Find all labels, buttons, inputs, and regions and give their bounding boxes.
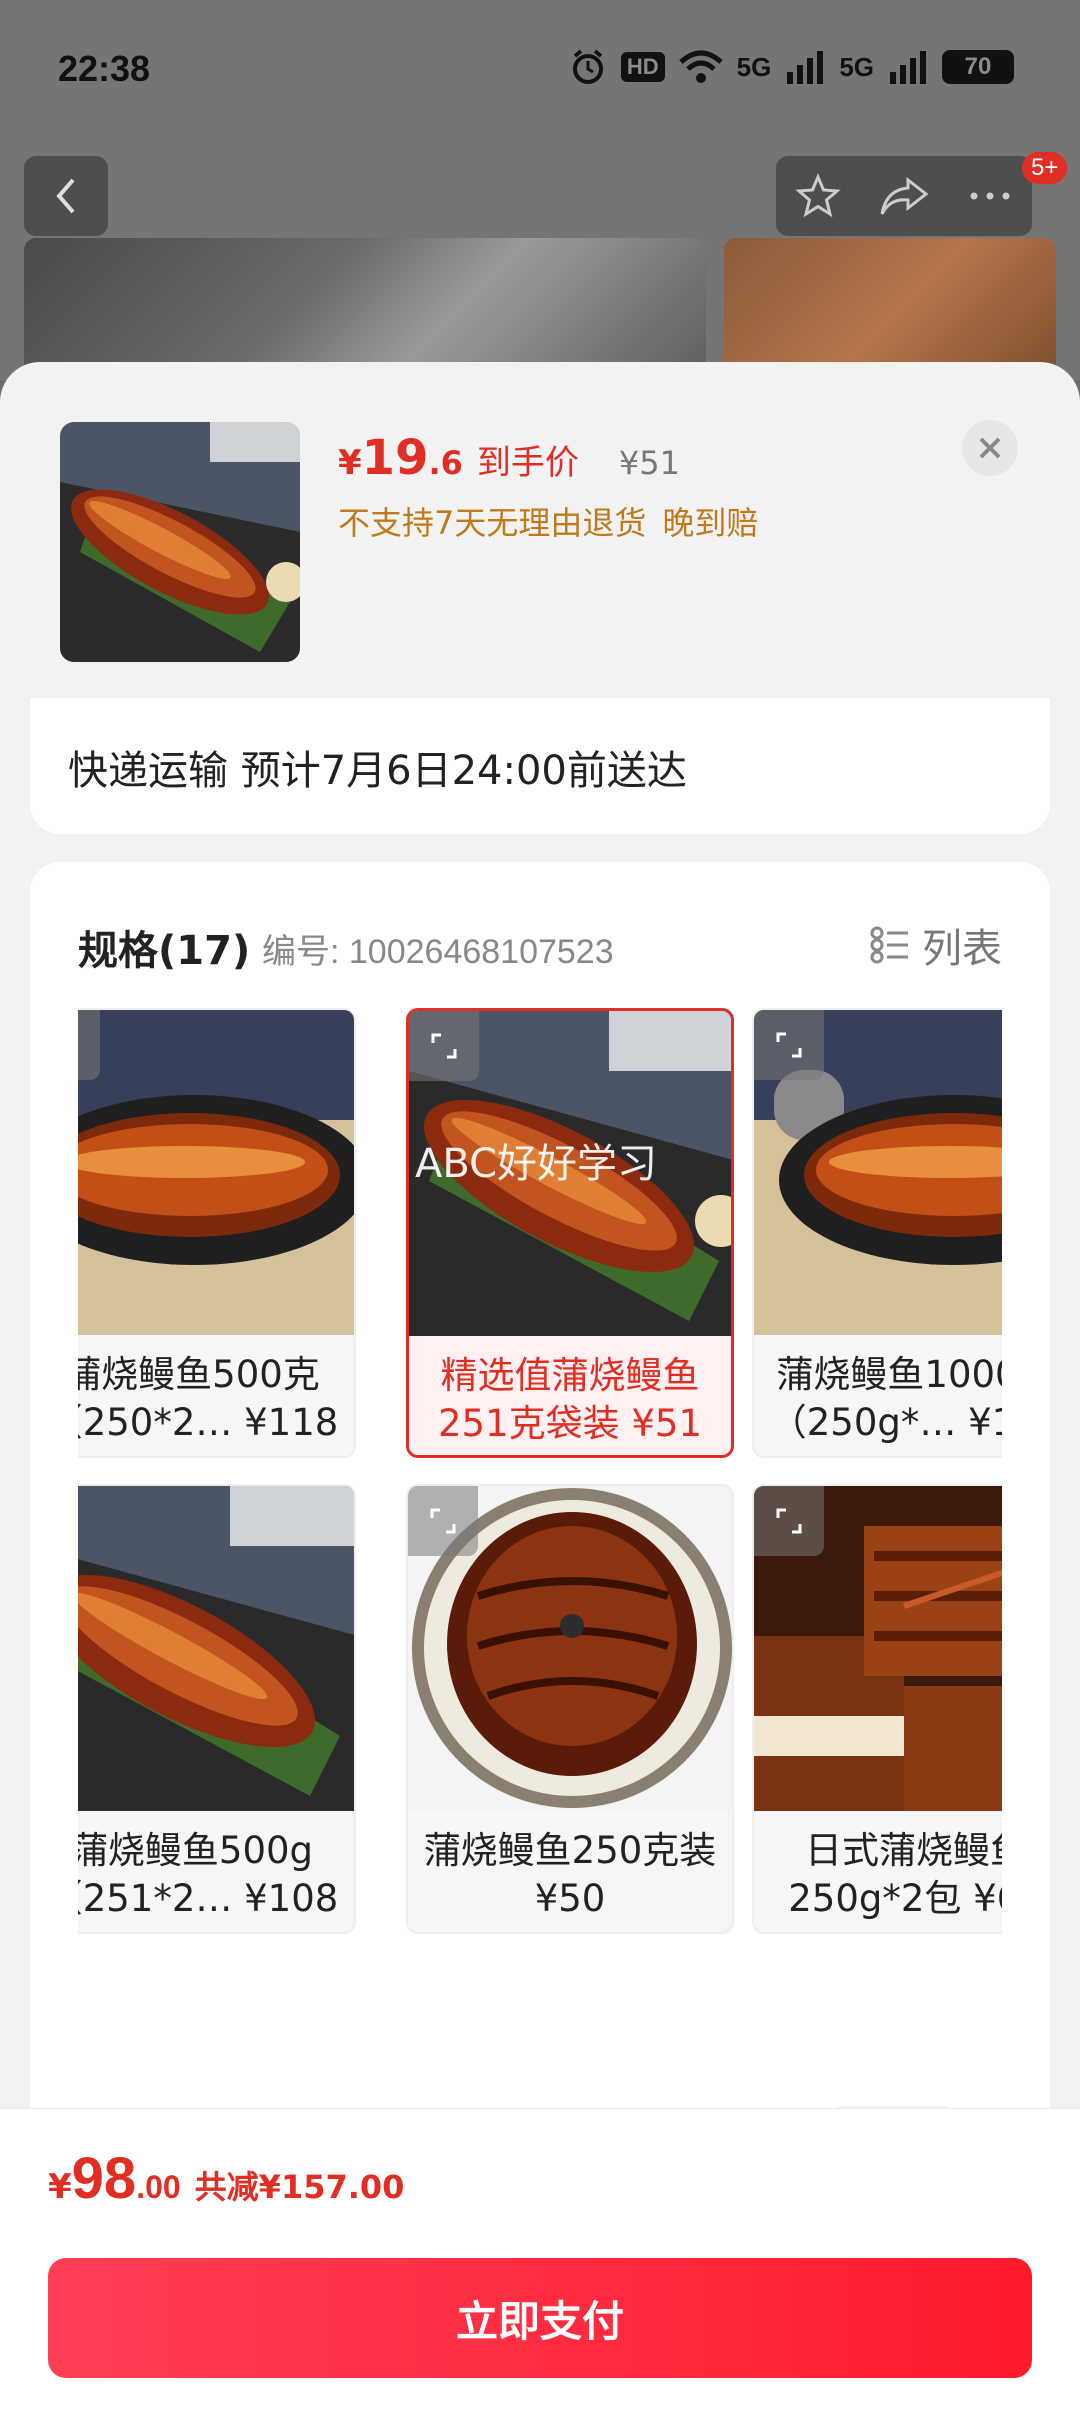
list-label: 列表	[922, 926, 1002, 972]
spec-option-name: 蒲烧鳗鱼1000克	[776, 1353, 1002, 1396]
network-label-2: 5G	[839, 51, 874, 82]
expand-icon[interactable]	[408, 1486, 478, 1556]
chevron-left-icon	[56, 178, 75, 214]
price-tag: 到手价	[476, 443, 579, 483]
spec-option-text: 蒲烧鳗鱼500克 （250*2… ¥118	[78, 1340, 354, 1456]
eel-image	[60, 422, 300, 662]
close-button[interactable]	[962, 420, 1018, 476]
expand-icon[interactable]	[754, 1010, 824, 1080]
spec-option-price: 250g*2包 ¥67	[788, 1877, 1002, 1920]
spec-option-name: 精选值蒲烧鳗鱼	[440, 1354, 700, 1397]
network-label: 5G	[736, 51, 772, 82]
spec-option[interactable]: 蒲烧鳗鱼250克装 ¥50	[406, 1484, 734, 1934]
spec-option-price: （250g*… ¥128	[769, 1401, 1002, 1444]
price-symbol: ¥	[338, 443, 362, 483]
status-bar: 22:38 HD 5G 5G 70	[0, 0, 1080, 140]
more-icon[interactable]	[966, 172, 1014, 220]
pay-area: 立即支付	[0, 2238, 1080, 2412]
spec-option[interactable]: 蒲烧鳗鱼500克 （250*2… ¥118	[78, 1008, 356, 1458]
policy-no-return: 不支持7天无理由退货	[338, 504, 647, 542]
list-view-toggle[interactable]: 列表	[870, 916, 1002, 974]
spec-option-image	[78, 1010, 354, 1335]
signal-icon-2	[890, 51, 926, 84]
wifi-icon	[678, 50, 723, 83]
spec-option-name: 蒲烧鳗鱼500克	[78, 1353, 320, 1396]
spec-option-price: 251克袋装 ¥51	[437, 1402, 702, 1445]
shipping-text: 快递运输 预计7月6日24:00前送达	[68, 748, 687, 794]
hd-icon: HD	[620, 52, 665, 82]
spec-option-price: ¥50	[534, 1877, 606, 1920]
price-line: ¥ 19 .6 到手价 ¥51	[338, 430, 680, 486]
total-decimal: .00	[136, 2169, 181, 2205]
close-icon	[979, 437, 1001, 459]
total-bar: ¥ 98 .00 共减¥157.00	[0, 2108, 1080, 2238]
spec-option-price: （251*2… ¥108	[78, 1877, 339, 1920]
spec-option[interactable]: 蒲烧鳗鱼500g （251*2… ¥108	[78, 1484, 356, 1934]
back-button[interactable]	[24, 156, 108, 236]
spec-grid: 蒲烧鳗鱼500克 （250*2… ¥118	[78, 1008, 1002, 1988]
star-icon[interactable]	[794, 172, 842, 220]
battery-level: 70	[964, 53, 992, 80]
product-thumbnail[interactable]	[60, 422, 300, 662]
notification-badge: 5+	[1022, 152, 1068, 184]
expand-icon[interactable]	[78, 1010, 100, 1080]
price-decimal: .6	[428, 444, 463, 482]
price-integer: 19	[361, 430, 429, 486]
total-price-line: ¥ 98 .00 共减¥157.00	[48, 2145, 404, 2212]
expand-icon[interactable]	[754, 1486, 824, 1556]
watermark-text: ABC好好学习	[415, 1141, 658, 1187]
spec-card: 规格(17) 编号: 10026468107523 列表 蒲烧鳗鱼500克 25…	[30, 862, 1050, 2172]
spec-title: 规格(17)	[78, 928, 251, 974]
spec-option-text: 日式蒲烧鳗鱼 250g*2包 ¥67	[754, 1816, 1002, 1932]
spec-option[interactable]: 蒲烧鳗鱼1000克 （250g*… ¥128	[752, 1008, 1002, 1458]
spec-option[interactable]: 日式蒲烧鳗鱼 250g*2包 ¥67	[752, 1484, 1002, 1934]
total-savings: 共减¥157.00	[194, 2168, 405, 2206]
spec-option-selected[interactable]: ABC好好学习 精选值蒲烧鳗鱼 251克袋装 ¥51	[406, 1008, 734, 1458]
spec-option-text: 蒲烧鳗鱼250克装 ¥50	[408, 1816, 732, 1932]
top-action-group	[776, 156, 1032, 236]
policy-late: 晚到赔	[662, 504, 759, 542]
sku-sheet: ¥ 19 .6 到手价 ¥51 不支持7天无理由退货 晚到赔 快递运输 预计7月6…	[0, 362, 1080, 2412]
share-icon[interactable]	[878, 172, 930, 220]
expand-icon[interactable]	[409, 1011, 479, 1081]
battery-icon: 70	[942, 50, 1014, 84]
list-icon	[870, 926, 908, 964]
signal-icon	[787, 51, 824, 84]
spec-option-image	[78, 1486, 354, 1811]
spec-option-name: 蒲烧鳗鱼500g	[78, 1829, 314, 1872]
original-price: ¥51	[618, 444, 680, 482]
total-symbol: ¥	[48, 2167, 72, 2207]
spec-option-name: 蒲烧鳗鱼250克装	[423, 1829, 717, 1872]
spec-option-text: 精选值蒲烧鳗鱼 251克袋装 ¥51	[409, 1341, 731, 1455]
alarm-icon	[572, 49, 603, 84]
sheet-header: ¥ 19 .6 到手价 ¥51 不支持7天无理由退货 晚到赔	[0, 362, 1080, 702]
status-icons: HD 5G 5G 70	[569, 48, 1014, 86]
spec-code: 编号: 10026468107523	[262, 933, 614, 971]
policy-line: 不支持7天无理由退货 晚到赔	[338, 498, 758, 544]
total-integer: 98	[71, 2146, 137, 2211]
pay-now-button[interactable]: 立即支付	[48, 2258, 1032, 2378]
spec-option-text: 蒲烧鳗鱼1000克 （250g*… ¥128	[754, 1340, 1002, 1456]
spec-option-name: 日式蒲烧鳗鱼	[805, 1829, 1002, 1872]
spec-option-price: （250*2… ¥118	[78, 1401, 339, 1444]
spec-option-text: 蒲烧鳗鱼500g （251*2… ¥108	[78, 1816, 354, 1932]
status-time: 22:38	[58, 48, 151, 89]
shipping-card: 快递运输 预计7月6日24:00前送达	[30, 698, 1050, 834]
